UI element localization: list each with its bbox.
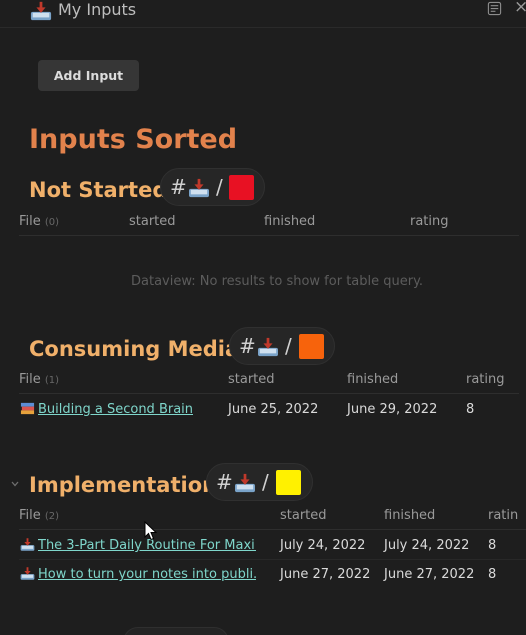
- status-tag[interactable]: # /: [160, 168, 265, 206]
- file-link[interactable]: How to turn your notes into publi...: [38, 567, 256, 583]
- finished-cell: June 27, 2022: [384, 567, 475, 582]
- consuming-media-heading: Consuming Media: [29, 337, 240, 361]
- column-header-finished[interactable]: finished: [264, 214, 315, 230]
- page-title: My Inputs: [58, 0, 137, 19]
- inbox-tray-icon: [30, 0, 52, 22]
- tag-slash: /: [285, 334, 292, 358]
- chevron-down-icon[interactable]: [10, 479, 20, 489]
- tag-slash: /: [262, 470, 269, 494]
- finished-cell: June 29, 2022: [347, 402, 438, 417]
- started-cell: June 27, 2022: [280, 567, 371, 582]
- column-header-rating[interactable]: rating: [410, 214, 449, 230]
- orange-square-icon: [299, 334, 324, 359]
- add-input-button[interactable]: Add Input: [38, 60, 139, 91]
- inbox-tray-icon: [20, 537, 35, 552]
- rating-cell: 8: [466, 402, 475, 417]
- inbox-tray-icon: [188, 178, 210, 198]
- column-header-started[interactable]: started: [280, 508, 327, 524]
- close-icon[interactable]: ×: [514, 0, 526, 17]
- column-header-file[interactable]: File (1): [19, 372, 59, 389]
- header-divider: [19, 529, 526, 530]
- status-tag[interactable]: # /: [206, 463, 313, 501]
- header-divider: [19, 393, 519, 394]
- column-header-started[interactable]: started: [129, 214, 176, 230]
- column-header-finished[interactable]: finished: [347, 372, 398, 388]
- yellow-square-icon: [276, 470, 301, 495]
- partial-status-tag[interactable]: [123, 627, 229, 635]
- row-divider: [19, 559, 526, 560]
- column-header-file[interactable]: File (2): [19, 508, 59, 525]
- inputs-sorted-heading: Inputs Sorted: [29, 124, 238, 155]
- red-square-icon: [229, 175, 254, 200]
- reading-view-icon[interactable]: [487, 1, 502, 16]
- started-cell: June 25, 2022: [228, 402, 319, 417]
- status-tag[interactable]: # /: [229, 327, 335, 365]
- inbox-tray-icon: [234, 473, 256, 493]
- inbox-tray-icon: [257, 337, 279, 357]
- tag-hash: #: [170, 175, 187, 199]
- rating-cell: 8: [488, 538, 497, 553]
- tag-hash: #: [216, 470, 233, 494]
- tag-hash: #: [239, 334, 256, 358]
- tag-slash: /: [216, 175, 223, 199]
- books-icon: [20, 402, 35, 415]
- started-cell: July 24, 2022: [280, 538, 366, 553]
- column-header-rating[interactable]: rating: [466, 372, 505, 388]
- file-link[interactable]: Building a Second Brain: [38, 402, 193, 418]
- inbox-tray-icon: [20, 566, 35, 581]
- finished-cell: July 24, 2022: [384, 538, 470, 553]
- implementation-heading: Implementation: [29, 473, 218, 497]
- header-divider: [19, 235, 519, 236]
- empty-table-message: Dataview: No results to show for table q…: [131, 274, 424, 289]
- column-header-file[interactable]: File (0): [19, 214, 59, 231]
- title-bar: My Inputs ×: [0, 0, 526, 28]
- rating-cell: 8: [488, 567, 497, 582]
- column-header-finished[interactable]: finished: [384, 508, 435, 524]
- column-header-started[interactable]: started: [228, 372, 275, 388]
- column-header-rating[interactable]: ratin: [488, 508, 518, 524]
- not-started-heading: Not Started: [29, 178, 168, 202]
- mouse-cursor-icon: [144, 521, 158, 541]
